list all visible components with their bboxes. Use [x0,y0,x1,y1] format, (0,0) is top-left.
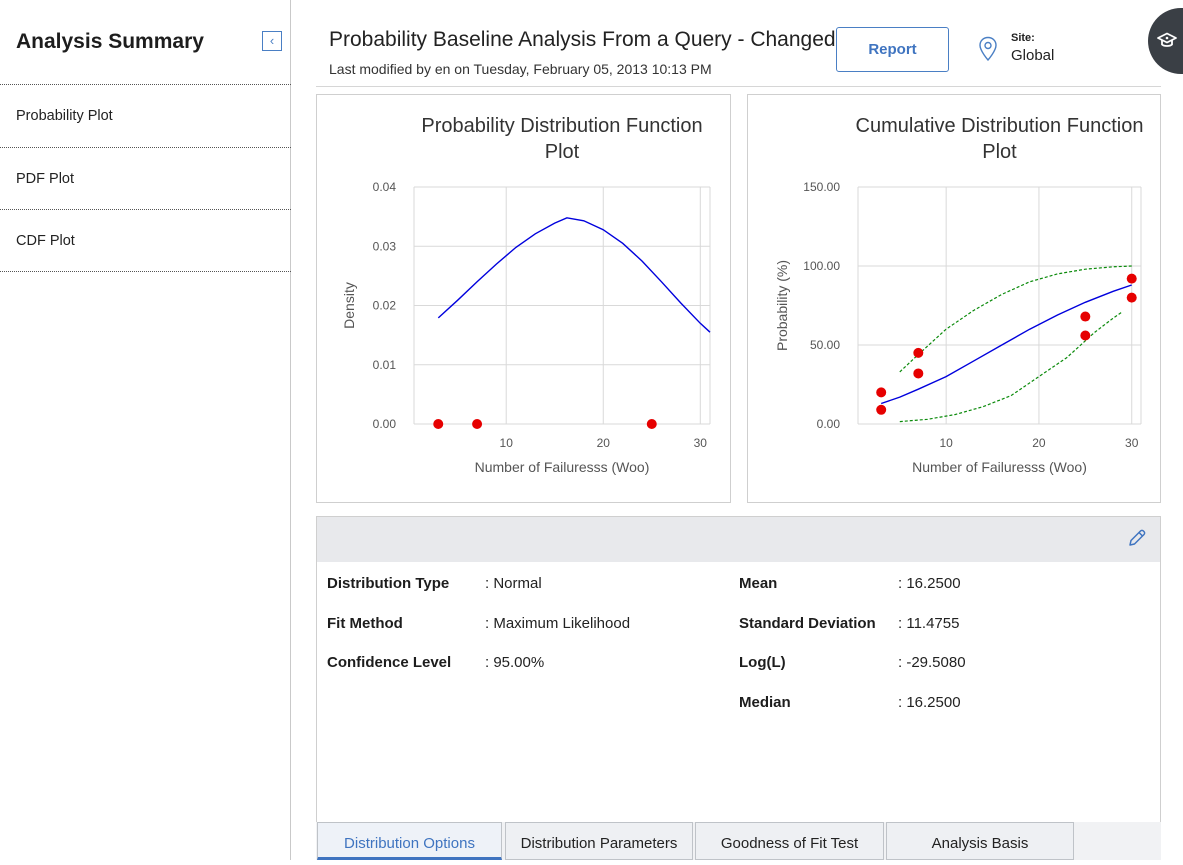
details-toolbar [317,517,1160,562]
y-tick-label: 150.00 [803,180,840,194]
data-point [433,419,444,429]
y-tick-label: 0.01 [373,358,397,372]
y-tick-label: 0.02 [373,299,397,313]
sidebar-title: Analysis Summary [16,30,204,53]
chevron-left-icon[interactable]: ‹ [262,31,282,51]
distribution-type-label: Distribution Type [327,575,450,592]
y-tick-label: 100.00 [803,259,840,273]
x-axis-label: Number of Failuresss (Woo) [475,459,650,475]
x-tick-label: 10 [939,436,953,450]
log-l-label: Log(L) [739,654,786,671]
pdf-chart: Probability Distribution Function Plot 0.0… [341,115,711,475]
tab-bar: Distribution Options Distribution Parame… [316,822,1161,860]
chart-title-line: Cumulative Distribution Function [856,115,1144,137]
data-point [1126,292,1137,303]
sidebar-item-probability-plot[interactable]: Probability Plot [0,85,291,148]
tab-analysis-basis[interactable]: Analysis Basis [886,822,1074,860]
tab-distribution-parameters[interactable]: Distribution Parameters [505,822,693,860]
standard-deviation-value: : 11.4755 [898,615,960,632]
cdf-chart-panel: Cumulative Distribution Function Plot 0.00… [747,94,1161,503]
pencil-icon[interactable] [1126,527,1148,549]
tab-goodness-of-fit-test[interactable]: Goodness of Fit Test [695,822,884,860]
x-tick-label: 30 [694,436,708,450]
y-tick-label: 0.04 [373,180,397,194]
cdf-chart: Cumulative Distribution Function Plot 0.00… [774,115,1144,475]
x-tick-label: 20 [1032,436,1046,450]
report-button[interactable]: Report [836,27,949,72]
pdf-curve [437,217,711,333]
median-value: : 16.2500 [898,694,961,711]
site-label: Site: [1011,32,1035,44]
confidence-level-value: : 95.00% [485,654,545,671]
data-point [1126,273,1137,284]
x-tick-label: 20 [597,436,611,450]
mean-label: Mean [739,575,778,592]
chart-title-line: Plot [545,141,580,163]
data-point [913,347,924,358]
y-axis-label: Probability (%) [774,260,790,351]
standard-deviation-label: Standard Deviation [739,615,876,632]
data-point [876,404,887,415]
header-divider [316,86,1161,87]
x-tick-label: 10 [500,436,514,450]
data-point [646,419,657,429]
pdf-chart-panel: Probability Distribution Function Plot 0.0… [316,94,731,503]
x-tick-label: 30 [1125,436,1139,450]
distribution-type-value: : Normal [485,575,542,592]
y-tick-label: 0.00 [817,417,841,431]
data-point [876,387,887,398]
data-point [1080,311,1091,322]
sidebar-item-cdf-plot[interactable]: CDF Plot [0,210,291,272]
confidence-level-label: Confidence Level [327,654,452,671]
graduation-cap-icon [1157,32,1177,47]
sidebar: Analysis Summary ‹ Probability Plot PDF … [0,0,291,860]
tab-distribution-options[interactable]: Distribution Options [317,822,502,860]
y-tick-label: 50.00 [810,338,840,352]
location-pin-icon [979,36,997,62]
median-label: Median [739,694,791,711]
log-l-value: : -29.5080 [898,654,966,671]
site-value: Global [1011,47,1055,64]
floating-menu-button[interactable] [1148,8,1183,74]
distribution-details-panel: Distribution Type : Normal Fit Method : … [316,516,1161,860]
page-title: Probability Baseline Analysis From a Que… [329,28,836,51]
fit-method-value: : Maximum Likelihood [485,615,631,632]
data-point [472,419,483,429]
cdf-fit-line [880,284,1132,405]
upper-confidence-line [899,265,1132,373]
y-axis-label: Density [341,282,357,329]
fit-method-label: Fit Method [327,615,403,632]
y-tick-label: 0.03 [373,239,397,253]
x-axis-label: Number of Failuresss (Woo) [912,459,1087,475]
sidebar-list: Probability Plot PDF Plot CDF Plot [0,84,291,272]
data-point [1080,330,1091,341]
lower-confidence-line [899,311,1123,423]
sidebar-item-pdf-plot[interactable]: PDF Plot [0,148,291,210]
last-modified-text: Last modified by en on Tuesday, February… [329,61,712,77]
mean-value: : 16.2500 [898,575,961,592]
data-point [913,368,924,379]
chart-title-line: Probability Distribution Function [421,115,702,137]
y-tick-label: 0.00 [373,417,397,431]
chart-title-line: Plot [982,141,1017,163]
